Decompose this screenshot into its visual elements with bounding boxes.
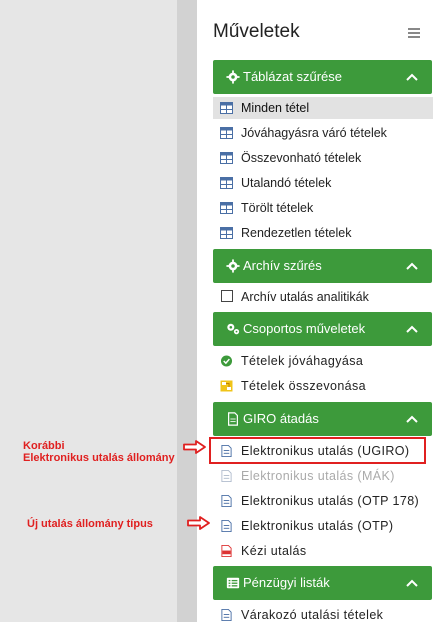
gear-icon <box>226 70 240 84</box>
file-icon <box>221 470 232 482</box>
action-label: Tételek jóváhagyása <box>241 354 364 368</box>
filter-item-all[interactable]: Minden tétel <box>213 97 433 119</box>
filter-item-mergeable[interactable]: Összevonható tételek <box>213 147 433 169</box>
annotation-new-type: Új utalás állomány típus <box>27 518 153 530</box>
file-icon <box>221 520 232 532</box>
archive-analytics-checkbox[interactable]: Archív utalás analitikák <box>213 286 433 308</box>
merge-icon <box>220 380 233 392</box>
chevron-up-icon[interactable] <box>406 578 418 588</box>
filter-item-label: Rendezetlen tételek <box>241 226 352 240</box>
arrow-right-icon <box>183 440 206 454</box>
pdf-icon <box>221 545 232 557</box>
checkbox-label: Archív utalás analitikák <box>241 290 369 304</box>
giro-item-otp178[interactable]: Elektronikus utalás (OTP 178) <box>213 490 433 512</box>
actions-panel: Műveletek Táblázat szűrése Minden tétel … <box>197 0 441 622</box>
merge-items-action[interactable]: Tételek összevonása <box>213 375 433 397</box>
filter-item-deleted[interactable]: Törölt tételek <box>213 197 433 219</box>
section-title: Pénzügyi listák <box>243 575 330 590</box>
gears-icon <box>227 323 240 335</box>
approve-items-action[interactable]: Tételek jóváhagyása <box>213 350 433 372</box>
filter-item-label: Jóváhagyásra váró tételek <box>241 126 387 140</box>
chevron-up-icon[interactable] <box>406 72 418 82</box>
section-title: Táblázat szűrése <box>243 69 342 84</box>
annotation-previous-line1: Korábbi <box>23 440 65 452</box>
chevron-up-icon[interactable] <box>406 414 418 424</box>
file-icon <box>221 495 232 507</box>
filter-item-unsettled[interactable]: Rendezetlen tételek <box>213 222 433 244</box>
table-icon <box>220 127 233 139</box>
chevron-up-icon[interactable] <box>406 324 418 334</box>
annotation-previous-line2: Elektronikus utalás állomány <box>23 452 175 464</box>
section-group-operations[interactable]: Csoportos műveletek <box>213 312 432 346</box>
panel-title: Műveletek <box>213 21 300 42</box>
section-title: Csoportos műveletek <box>243 321 366 336</box>
giro-item-mak[interactable]: Elektronikus utalás (MÁK) <box>213 465 433 487</box>
filter-item-label: Minden tétel <box>241 101 310 115</box>
table-icon <box>220 202 233 214</box>
action-label: Tételek összevonása <box>241 379 367 393</box>
giro-item-label: Kézi utalás <box>241 544 307 558</box>
filter-item-label: Összevonható tételek <box>241 151 362 165</box>
giro-item-otp[interactable]: Elektronikus utalás (OTP) <box>213 515 433 537</box>
section-finance-lists[interactable]: Pénzügyi listák <box>213 566 432 600</box>
filter-item-payable[interactable]: Utalandó tételek <box>213 172 433 194</box>
check-circle-icon <box>220 355 233 367</box>
giro-item-label: Elektronikus utalás (OTP 178) <box>241 494 420 508</box>
table-icon <box>220 102 233 114</box>
gear-icon <box>226 259 240 273</box>
arrow-right-icon <box>187 516 210 530</box>
section-title: GIRO átadás <box>243 411 319 426</box>
table-icon <box>220 152 233 164</box>
table-icon <box>220 227 233 239</box>
giro-item-label: Elektronikus utalás (MÁK) <box>241 469 395 483</box>
finance-item-pending-transfers[interactable]: Várakozó utalási tételek <box>213 604 433 622</box>
finance-item-label: Várakozó utalási tételek <box>241 608 384 622</box>
checkbox-icon[interactable] <box>221 290 233 302</box>
ugiro-highlight-box <box>209 437 426 464</box>
table-icon <box>220 177 233 189</box>
giro-item-manual[interactable]: Kézi utalás <box>213 540 433 562</box>
section-giro-transfer[interactable]: GIRO átadás <box>213 402 432 436</box>
section-table-filter[interactable]: Táblázat szűrése <box>213 60 432 94</box>
section-title: Archív szűrés <box>243 258 322 273</box>
file-icon <box>221 609 232 621</box>
panel-header: Műveletek <box>213 20 433 44</box>
filter-item-pending-approval[interactable]: Jóváhagyásra váró tételek <box>213 122 433 144</box>
file-icon <box>228 412 238 426</box>
hamburger-icon[interactable] <box>407 22 423 42</box>
list-icon <box>226 577 240 589</box>
section-archive-filter[interactable]: Archív szűrés <box>213 249 432 283</box>
filter-item-label: Utalandó tételek <box>241 176 332 190</box>
giro-item-label: Elektronikus utalás (OTP) <box>241 519 394 533</box>
chevron-up-icon[interactable] <box>406 261 418 271</box>
filter-item-label: Törölt tételek <box>241 201 314 215</box>
